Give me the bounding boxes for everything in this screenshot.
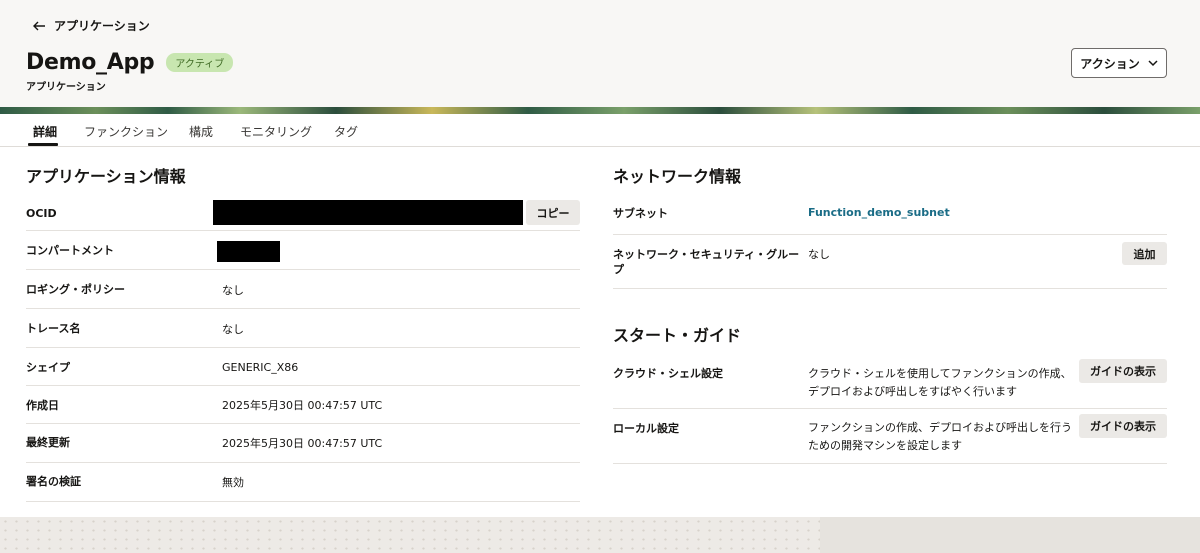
network-info-title: ネットワーク情報 — [613, 167, 742, 186]
info-row-created: 作成日 2025年5月30日 00:47:57 UTC — [26, 386, 580, 424]
actions-button-label: アクション — [1080, 56, 1140, 71]
info-label: 署名の検証 — [26, 475, 81, 488]
tab-tags[interactable]: タグ — [334, 123, 358, 140]
view-guide-button[interactable]: ガイドの表示 — [1079, 414, 1167, 438]
view-guide-button[interactable]: ガイドの表示 — [1079, 359, 1167, 383]
network-row-nsg: ネットワーク・セキュリティ・グループ なし 追加 — [613, 235, 1167, 289]
info-value: なし — [222, 284, 244, 297]
info-row-compartment: コンパートメント — [26, 231, 580, 270]
tab-configuration[interactable]: 構成 — [189, 123, 213, 140]
guide-description: クラウド・シェルを使用してファンクションの作成、デプロイおよび呼出しをすばやく行… — [808, 367, 1072, 398]
page-header: アプリケーション Demo_App アクティブ アプリケーション アクション — [0, 0, 1200, 107]
redacted-compartment-value — [217, 241, 280, 262]
back-link[interactable]: アプリケーション — [32, 17, 150, 34]
guide-description: ファンクションの作成、デプロイおよび呼出しを行うための開発マシンを設定します — [808, 421, 1072, 452]
info-value: なし — [808, 248, 830, 261]
info-value: 無効 — [222, 476, 244, 489]
info-row-signature: 署名の検証 無効 — [26, 463, 580, 502]
start-guide-title: スタート・ガイド — [613, 326, 742, 345]
redacted-ocid-value — [213, 200, 523, 225]
back-link-label: アプリケーション — [54, 19, 150, 33]
app-info-title: アプリケーション情報 — [26, 167, 186, 186]
decorative-pattern — [0, 517, 830, 553]
page-subtitle: アプリケーション — [26, 82, 106, 93]
info-label: ローカル設定 — [613, 422, 679, 435]
guide-row-local: ローカル設定 ファンクションの作成、デプロイおよび呼出しを行うための開発マシンを… — [613, 409, 1167, 464]
info-row-logging: ロギング・ポリシー なし — [26, 270, 580, 309]
guide-row-cloud-shell: クラウド・シェル設定 クラウド・シェルを使用してファンクションの作成、デプロイお… — [613, 354, 1167, 409]
arrow-left-icon — [33, 21, 45, 30]
active-tab-indicator — [28, 143, 58, 146]
status-badge: アクティブ — [166, 53, 234, 72]
info-value: GENERIC_X86 — [222, 361, 299, 374]
info-row-ocid: OCID コピー — [26, 194, 580, 231]
subnet-link[interactable]: Function_demo_subnet — [808, 204, 950, 222]
add-nsg-button[interactable]: 追加 — [1122, 242, 1167, 265]
info-label: 作成日 — [26, 399, 59, 412]
info-label: シェイプ — [26, 361, 70, 374]
info-label: OCID — [26, 207, 57, 220]
decorative-banner — [0, 107, 1200, 114]
info-label: ネットワーク・セキュリティ・グループ — [613, 248, 800, 276]
info-value: なし — [222, 323, 244, 336]
info-row-updated: 最終更新 2025年5月30日 00:47:57 UTC — [26, 424, 580, 463]
info-row-shape: シェイプ GENERIC_X86 — [26, 348, 580, 386]
decorative-panel — [820, 517, 1200, 553]
info-label: サブネット — [613, 207, 668, 220]
info-row-trace: トレース名 なし — [26, 309, 580, 348]
page-footer — [0, 517, 1200, 553]
tab-bar: 詳細 ファンクション 構成 モニタリング タグ — [0, 114, 1200, 147]
page-title: Demo_App — [26, 50, 155, 75]
info-value: 2025年5月30日 00:47:57 UTC — [222, 437, 383, 450]
tab-details[interactable]: 詳細 — [33, 123, 57, 140]
info-label: ロギング・ポリシー — [26, 283, 125, 296]
tab-monitoring[interactable]: モニタリング — [240, 123, 312, 140]
info-value: 2025年5月30日 00:47:57 UTC — [222, 399, 383, 412]
chevron-down-icon — [1148, 60, 1158, 67]
network-row-subnet: サブネット Function_demo_subnet — [613, 194, 1167, 235]
info-label: 最終更新 — [26, 436, 70, 449]
actions-button[interactable]: アクション — [1071, 48, 1167, 78]
copy-button[interactable]: コピー — [526, 200, 580, 225]
info-label: コンパートメント — [26, 244, 114, 257]
tab-functions[interactable]: ファンクション — [84, 123, 168, 140]
info-label: トレース名 — [26, 322, 81, 335]
info-label: クラウド・シェル設定 — [613, 367, 723, 380]
